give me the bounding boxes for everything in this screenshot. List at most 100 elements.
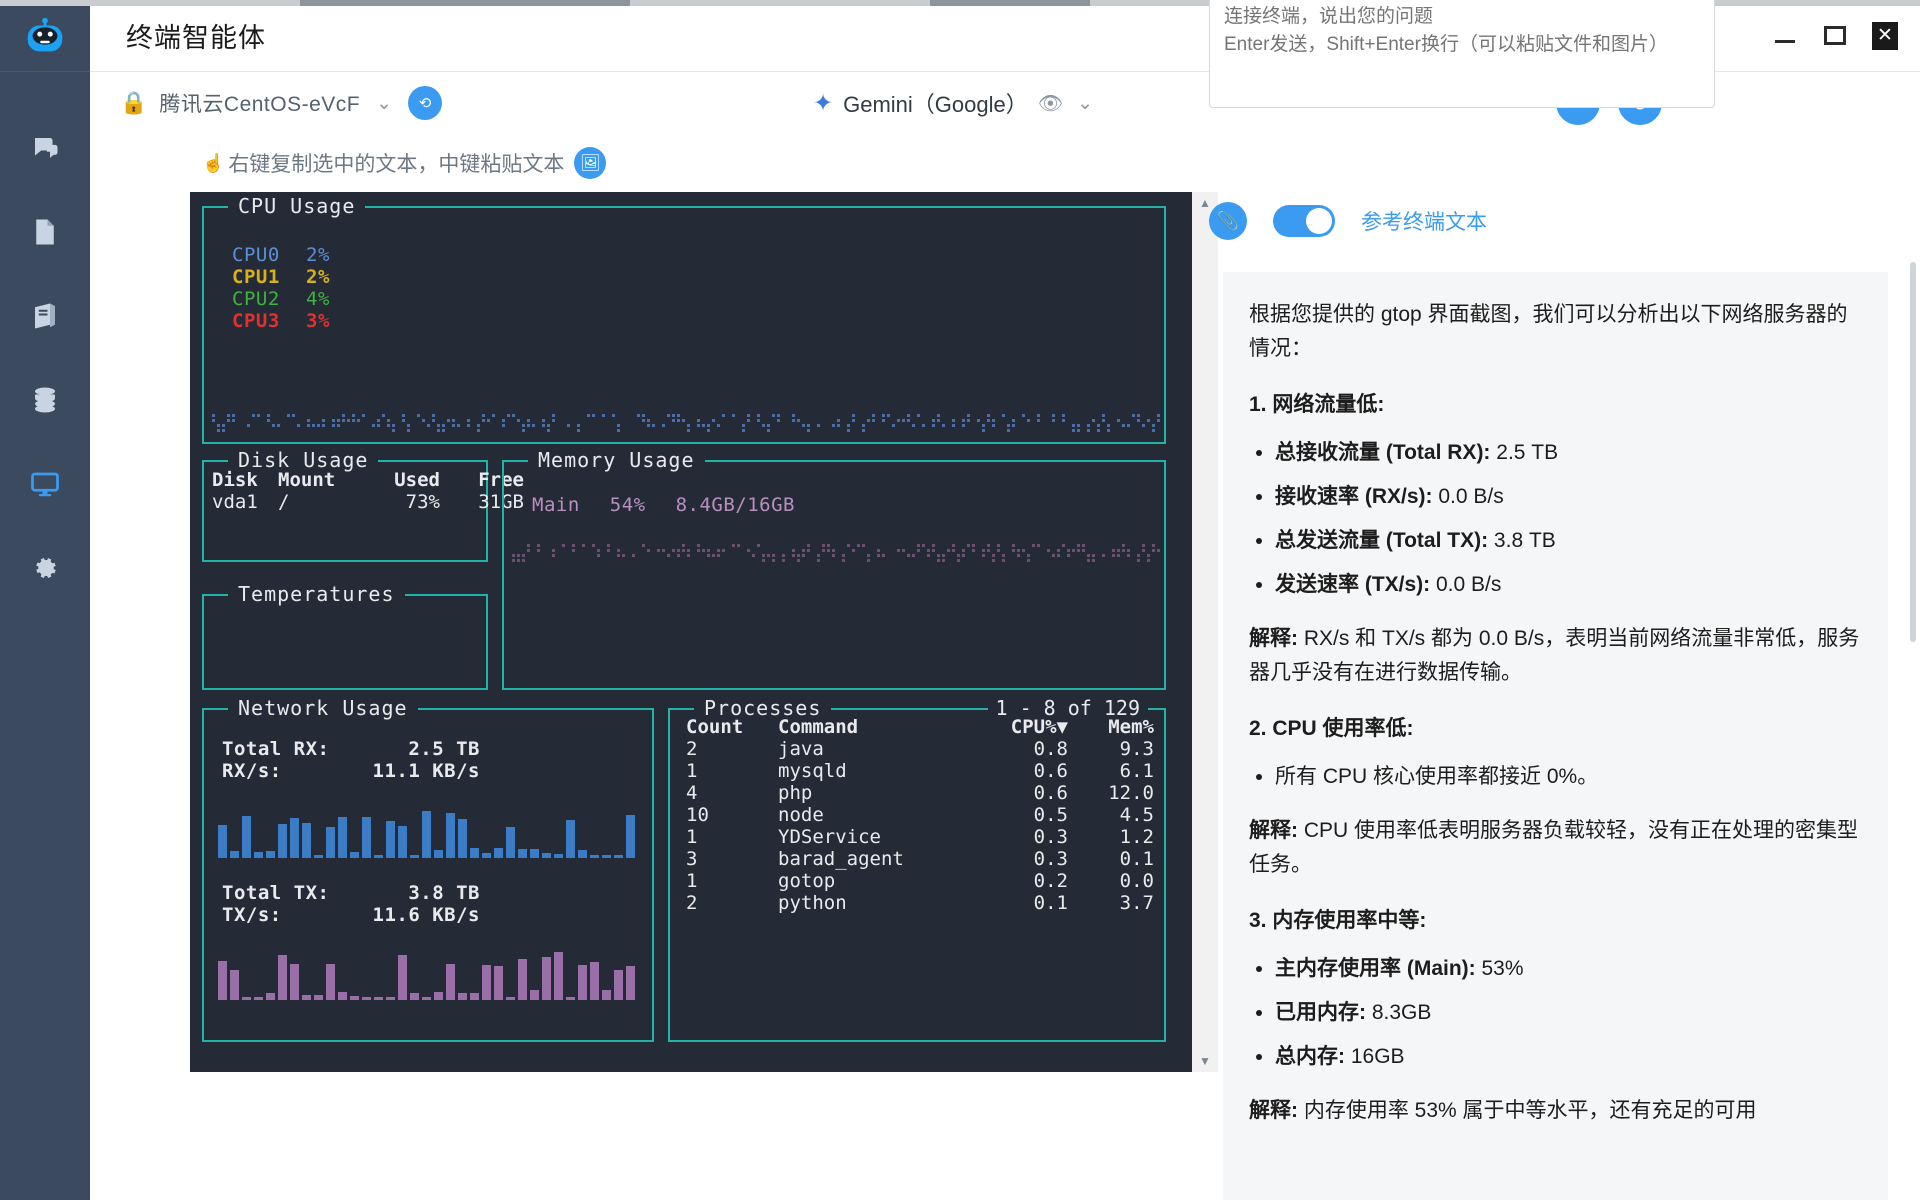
bar [290, 964, 299, 1000]
processes-table-header: Count Command CPU%▼ Mem% [686, 716, 1154, 738]
bar [446, 812, 455, 858]
gtop-terminal[interactable]: CPU Usage CPU0 2% CPU1 2% CPU2 4% CPU3 3% [190, 192, 1192, 1072]
proc-cell-count: 2 [686, 892, 698, 914]
image-icon[interactable]: 🖼 [574, 147, 607, 179]
sidebar-item-settings[interactable] [0, 526, 90, 610]
tx-bar-chart [218, 950, 638, 1000]
disk-col-mount: Mount [278, 469, 336, 491]
reference-terminal-toggle[interactable] [1273, 205, 1335, 237]
model-chevron-down-icon[interactable]: ⌄ [1077, 92, 1093, 115]
table-row[interactable]: 1 gotop 0.2 0.0 [686, 870, 1154, 892]
proc-cell-mem: 9.3 [1119, 738, 1154, 760]
bar [350, 851, 359, 858]
memory-label: Main [532, 494, 580, 516]
bar [542, 956, 551, 1000]
table-row[interactable]: 2 java 0.8 9.3 [686, 738, 1154, 760]
bar [302, 822, 311, 858]
paperclip-icon[interactable]: 📎 [1209, 202, 1247, 240]
table-row[interactable]: 10 node 0.5 4.5 [686, 804, 1154, 826]
main-area: 终端智能体 ✕ 🔒 腾讯云CentOS-eVcF ⌄ ⟲ ✦ Gemini（Go… [90, 0, 1920, 1200]
minimize-button[interactable] [1772, 23, 1798, 49]
close-button[interactable]: ✕ [1872, 21, 1898, 50]
bar [218, 825, 227, 858]
bar [530, 990, 539, 1000]
proc-cell-mem: 0.0 [1119, 870, 1154, 892]
rx-rate-value: 11.1 KB/s [372, 760, 480, 782]
answer-sections: 1. 网络流量低: 总接收流量 (Total RX): 2.5 TB 接收速率 (R… [1249, 388, 1862, 1128]
sidebar-item-file[interactable] [0, 190, 90, 274]
bar [506, 997, 515, 1000]
lock-icon: 🔒 [120, 90, 148, 115]
reference-terminal-label: 参考终端文本 [1361, 211, 1487, 234]
bar [470, 993, 479, 1000]
answer-section-heading: 3. 内存使用率中等: [1249, 909, 1427, 933]
proc-cell-mem: 12.0 [1108, 782, 1154, 804]
list-item: 总发送流量 (Total TX): 3.8 TB [1275, 524, 1862, 558]
cpu2-label: CPU2 [232, 288, 280, 310]
bar [470, 847, 479, 858]
list-item: 总内存: 16GB [1275, 1040, 1862, 1074]
sync-icon[interactable]: ⟲ [408, 86, 443, 120]
bar [602, 855, 611, 858]
answer-explanation: 解释: RX/s 和 TX/s 都为 0.0 B/s，表明当前网络流量非常低，服… [1249, 627, 1860, 685]
cpu-usage-panel: CPU Usage CPU0 2% CPU1 2% CPU2 4% CPU3 3% [202, 194, 1166, 444]
proc-cell-cpu: 0.1 [1033, 892, 1068, 914]
proc-col-mem[interactable]: Mem% [1068, 716, 1154, 738]
maximize-button[interactable] [1822, 23, 1848, 49]
bar [434, 991, 443, 1000]
connection-chevron-down-icon[interactable]: ⌄ [376, 92, 392, 115]
answer-explanation: 解释: CPU 使用率低表明服务器负载较轻，没有正在处理的密集型任务。 [1249, 819, 1859, 877]
bar [614, 855, 623, 858]
bar [602, 990, 611, 1000]
model-name: Gemini（Google） [843, 92, 1028, 117]
table-row[interactable]: 2 python 0.1 3.7 [686, 892, 1154, 914]
memory-detail: 8.4GB/16GB [675, 494, 795, 516]
rx-bar-chart [218, 806, 638, 858]
total-tx-label: Total TX: [222, 882, 330, 904]
proc-cell-count: 10 [686, 804, 709, 826]
table-row[interactable]: 1 mysqld 0.6 6.1 [686, 760, 1154, 782]
bar [422, 810, 431, 858]
bar [386, 820, 395, 858]
proc-cell-command: python [778, 892, 847, 914]
proc-col-count: Count [686, 716, 744, 738]
list-item: 接收速率 (RX/s): 0.0 B/s [1275, 480, 1862, 514]
rx-rate-label: RX/s: [222, 760, 282, 782]
table-row[interactable]: 4 php 0.6 12.0 [686, 782, 1154, 804]
message-input[interactable] [1209, 0, 1715, 108]
bar [482, 852, 491, 858]
temperatures-panel: Temperatures [202, 582, 488, 690]
table-row: vda1 / 73% 31GB [212, 491, 524, 513]
sidebar-item-terminal[interactable] [0, 442, 90, 526]
assistant-scrollbar[interactable] [1908, 262, 1918, 1200]
proc-cell-count: 4 [686, 782, 698, 804]
answer-section-heading: 2. CPU 使用率低: [1249, 717, 1414, 741]
sidebar-item-notes[interactable] [0, 274, 90, 358]
proc-cell-count: 1 [686, 826, 698, 848]
proc-cell-cpu: 0.5 [1033, 804, 1068, 826]
proc-cell-command: mysqld [778, 760, 847, 782]
proc-cell-count: 2 [686, 738, 698, 760]
list-item: 所有 CPU 核心使用率都接近 0%。 [1275, 760, 1862, 794]
proc-cell-cpu: 0.3 [1033, 848, 1068, 870]
sidebar-item-database[interactable] [0, 358, 90, 442]
answer-bullet-list: 主内存使用率 (Main): 53% 已用内存: 8.3GB 总内存: 16GB [1275, 952, 1862, 1074]
disk-table-header: Disk Mount Used Free [212, 469, 524, 491]
table-row[interactable]: 1 YDService 0.3 1.2 [686, 826, 1154, 848]
monitor-icon [31, 472, 59, 497]
gear-icon [36, 558, 56, 578]
bar [242, 997, 251, 1000]
app-root: 终端智能体 ✕ 🔒 腾讯云CentOS-eVcF ⌄ ⟲ ✦ Gemini（Go… [0, 0, 1920, 1200]
bar [242, 816, 251, 858]
table-row[interactable]: 3 barad_agent 0.3 0.1 [686, 848, 1154, 870]
proc-col-command: Command [778, 716, 859, 738]
network-usage-title: Network Usage [228, 696, 418, 720]
proc-col-cpu[interactable]: CPU%▼ [988, 716, 1068, 738]
sidebar-item-chat[interactable] [0, 106, 90, 190]
eye-icon[interactable]: 👁 [1038, 91, 1063, 116]
memory-sparkline [512, 544, 1160, 562]
bar [326, 827, 335, 858]
bar [314, 995, 323, 1000]
bar [446, 963, 455, 1000]
proc-cell-mem: 4.5 [1119, 804, 1154, 826]
